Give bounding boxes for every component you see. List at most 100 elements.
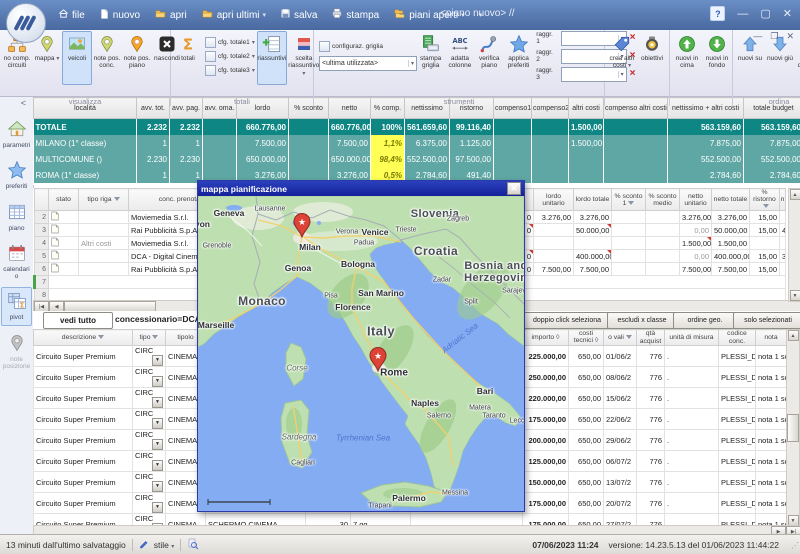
- booking-cell[interactable]: [534, 237, 574, 250]
- unita-misura-cell[interactable]: .: [665, 493, 719, 514]
- sidebar-item-preferiti[interactable]: preferiti: [1, 156, 32, 194]
- booking-cell[interactable]: 34: [780, 250, 786, 263]
- booking-cell[interactable]: 15,00: [750, 250, 780, 263]
- booking-cell[interactable]: 7.500,00: [534, 263, 574, 276]
- filter-icon[interactable]: [628, 201, 634, 205]
- summary-cell[interactable]: [532, 135, 569, 151]
- dropdown-icon[interactable]: ▼: [152, 376, 163, 387]
- booking-cell[interactable]: [750, 237, 780, 250]
- scroll-down-icon[interactable]: ▼: [790, 290, 800, 301]
- map-marker-icon[interactable]: ★: [292, 212, 312, 243]
- booking-col-header[interactable]: tipo riga: [79, 189, 129, 211]
- scroll-up-icon[interactable]: ▲: [788, 330, 799, 341]
- tipo-riga-cell[interactable]: [79, 211, 129, 224]
- positions-col-header[interactable]: o vali: [604, 330, 637, 346]
- summary-cell[interactable]: [203, 135, 237, 151]
- dropdown-icon[interactable]: ▼: [152, 439, 163, 450]
- booking-cell[interactable]: 7.500,00: [574, 263, 612, 276]
- solo-selezionati-button[interactable]: solo selezionati: [733, 312, 800, 329]
- unita-misura-cell[interactable]: .: [665, 346, 719, 367]
- positions-col-header[interactable]: descrizione: [34, 330, 133, 346]
- row-number[interactable]: 4: [35, 237, 49, 250]
- filter-icon[interactable]: [98, 335, 104, 339]
- nota-cell[interactable]: nota 1 scher: [756, 472, 787, 493]
- positions-grid-vscrollbar[interactable]: ▲ ▼: [786, 329, 800, 527]
- stato-cell[interactable]: [49, 263, 79, 276]
- summary-cell[interactable]: 660.776,00: [329, 119, 371, 136]
- codice-conc-cell[interactable]: PLESSI_DC: [719, 451, 756, 472]
- griglia-select[interactable]: <ultima utilizzata>▾: [319, 56, 417, 71]
- summary-cell[interactable]: 552.500,00: [405, 151, 450, 167]
- ordini-disponibili-button[interactable]: ordini disponibili ▾: [795, 31, 800, 85]
- booking-cell[interactable]: 0,00: [680, 224, 712, 237]
- nota-cell[interactable]: nota 1 scher: [756, 388, 787, 409]
- map-window-titlebar[interactable]: mappa pianificazione ✕: [198, 181, 524, 196]
- menu-salva[interactable]: salva: [274, 5, 323, 25]
- map-window[interactable]: mappa pianificazione ✕: [197, 180, 525, 512]
- booking-cell[interactable]: [612, 224, 646, 237]
- dropdown-icon[interactable]: ▼: [152, 397, 163, 408]
- unita-misura-cell[interactable]: .: [665, 472, 719, 493]
- booking-cell[interactable]: 3.276,00: [680, 211, 712, 224]
- importo-cell[interactable]: 225.000,00: [523, 346, 569, 367]
- qta-acquist-cell[interactable]: 776: [637, 430, 665, 451]
- qta-acquist-cell[interactable]: 776: [637, 472, 665, 493]
- map-canvas[interactable]: LausanneGenevaLyonGrenobleMilanVeronaVen…: [198, 196, 524, 510]
- booking-cell[interactable]: 400.000,00: [574, 250, 612, 263]
- costi-tecnici-cell[interactable]: 650,00: [569, 388, 604, 409]
- booking-cell[interactable]: 7.500,00: [680, 263, 712, 276]
- booking-col-header[interactable]: stato: [49, 189, 79, 211]
- dropdown-icon[interactable]: ▼: [152, 355, 163, 366]
- costi-tecnici-cell[interactable]: 650,00: [569, 346, 604, 367]
- costi-tecnici-cell[interactable]: 650,00: [569, 451, 604, 472]
- totali-button[interactable]: Σtotali: [173, 31, 203, 85]
- booking-cell[interactable]: [646, 224, 680, 237]
- summary-cell[interactable]: 7.500,00: [329, 135, 371, 151]
- costi-tecnici-cell[interactable]: 650,00: [569, 367, 604, 388]
- sidebar-item-pivot[interactable]: Σpivot: [1, 287, 32, 325]
- cfg-totale2-button[interactable]: cfg. totale2▾: [205, 51, 255, 62]
- booking-col-header[interactable]: % ristorno: [750, 189, 780, 211]
- cut-cell[interactable]: 0: [524, 250, 534, 263]
- tipo-riga-cell[interactable]: Altri costi: [79, 237, 129, 250]
- summary-cell[interactable]: MULTICOMUNE (): [34, 151, 137, 167]
- row-number[interactable]: 2: [35, 211, 49, 224]
- cfg-totale3-button[interactable]: cfg. totale3▾: [205, 65, 255, 76]
- configuraz-griglia-button[interactable]: configuraz. griglia: [319, 41, 413, 52]
- summary-cell[interactable]: TOTALE: [34, 119, 137, 136]
- maximize-button[interactable]: ▢: [760, 7, 770, 20]
- summary-cell[interactable]: 2.232: [170, 119, 203, 136]
- booking-cell[interactable]: 15,00: [750, 263, 780, 276]
- booking-cell[interactable]: [646, 263, 680, 276]
- map-marker-icon[interactable]: ★: [368, 346, 388, 377]
- tipo-riga-cell[interactable]: [79, 250, 129, 263]
- summary-cell[interactable]: 1: [137, 135, 170, 151]
- verifica-piano-button[interactable]: verifica piano: [475, 31, 504, 85]
- summary-cell[interactable]: [532, 151, 569, 167]
- booking-col-header[interactable]: netto unitario: [680, 189, 712, 211]
- descrizione-cell[interactable]: Circuito Super Premium: [34, 409, 133, 430]
- summary-cell[interactable]: [289, 119, 329, 136]
- data-validita-cell[interactable]: 01/06/2: [604, 346, 637, 367]
- importo-cell[interactable]: 125.000,00: [523, 451, 569, 472]
- summary-cell[interactable]: [494, 151, 532, 167]
- stampa-griglia-button[interactable]: stampa griglia: [416, 31, 445, 85]
- summary-cell[interactable]: [494, 135, 532, 151]
- booking-cell[interactable]: [534, 250, 574, 263]
- menu-nuovo[interactable]: nuovo: [93, 5, 146, 26]
- unita-misura-cell[interactable]: .: [665, 451, 719, 472]
- summary-cell[interactable]: [569, 167, 604, 183]
- summary-cell[interactable]: [203, 151, 237, 167]
- tipo-cell[interactable]: CIRC▼: [133, 472, 166, 493]
- ordine-geo-button[interactable]: ordine geo.: [673, 312, 737, 329]
- booking-cell[interactable]: 1.500,00: [712, 237, 750, 250]
- menu-stampa[interactable]: stampa: [325, 5, 385, 25]
- summary-cell[interactable]: [569, 151, 604, 167]
- summary-cell[interactable]: 563.159,60: [668, 119, 744, 136]
- note-pos-piano-button[interactable]: note pos. piano: [122, 31, 152, 85]
- summary-cell[interactable]: 1,1%: [371, 135, 405, 151]
- booking-cell[interactable]: 15,00: [750, 211, 780, 224]
- veicoli-button[interactable]: veicoli: [62, 31, 92, 85]
- importo-cell[interactable]: 175.000,00: [523, 493, 569, 514]
- minimize-button[interactable]: —: [737, 8, 748, 20]
